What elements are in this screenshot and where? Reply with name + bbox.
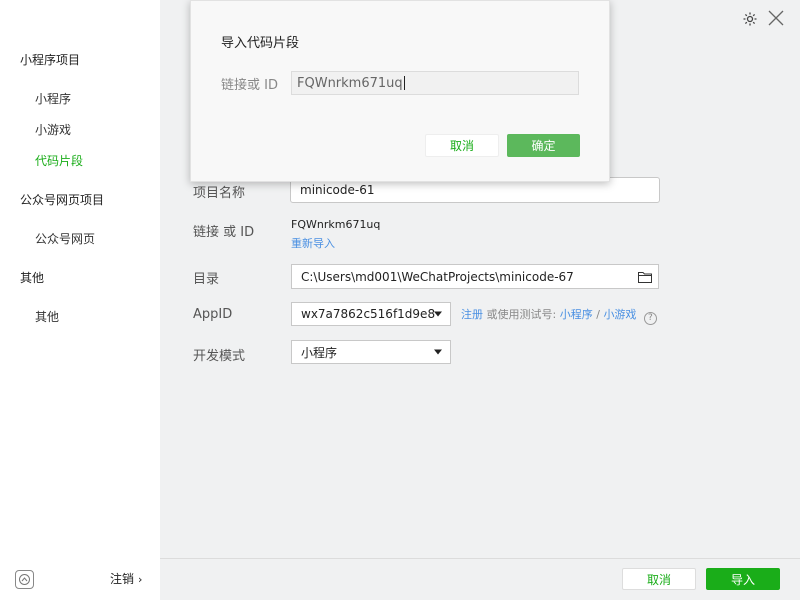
help-icon[interactable]: ? bbox=[643, 312, 657, 325]
sidebar: 小程序项目 小程序 小游戏 代码片段 公众号网页项目 公众号网页 其他 其他 注… bbox=[0, 0, 160, 600]
appid-value: wx7a7862c516f1d9e8 bbox=[301, 307, 436, 321]
dialog-cancel-button[interactable]: 取消 bbox=[425, 134, 499, 157]
directory-input[interactable]: C:\Users\md001\WeChatProjects\minicode-6… bbox=[291, 264, 659, 289]
sidebar-group-other: 其他 bbox=[20, 271, 45, 285]
dialog-link-input[interactable]: FQWnrkm671uq bbox=[291, 71, 579, 95]
dialog-title: 导入代码片段 bbox=[221, 36, 300, 51]
appid-select[interactable]: wx7a7862c516f1d9e8 bbox=[291, 302, 451, 326]
dropdown-caret-icon bbox=[434, 349, 442, 355]
link-id-label: 链接 或 ID bbox=[193, 225, 255, 240]
dropdown-caret-icon bbox=[434, 311, 442, 317]
text-cursor bbox=[403, 76, 405, 90]
test-account-text: 或使用测试号: bbox=[486, 308, 557, 321]
appid-label: AppID bbox=[193, 307, 233, 322]
sidebar-item-other[interactable]: 其他 bbox=[35, 308, 59, 325]
cancel-button[interactable]: 取消 bbox=[622, 568, 696, 590]
directory-label: 目录 bbox=[193, 272, 220, 287]
logout-button[interactable]: 注销 › bbox=[110, 570, 142, 587]
logout-label: 注销 bbox=[110, 572, 135, 586]
reimport-link[interactable]: 重新导入 bbox=[291, 235, 335, 251]
sidebar-item-miniprogram[interactable]: 小程序 bbox=[35, 90, 71, 107]
test-minigame-link[interactable]: 小游戏 bbox=[603, 308, 636, 321]
appid-helper: 注册 或使用测试号: 小程序 / 小游戏 ? bbox=[461, 306, 657, 325]
chevron-right-icon: › bbox=[138, 573, 143, 586]
link-id-value: FQWnrkm671uq bbox=[291, 218, 381, 231]
dev-mode-select[interactable]: 小程序 bbox=[291, 340, 451, 364]
project-name-label: 项目名称 bbox=[193, 186, 246, 201]
dev-mode-label: 开发模式 bbox=[193, 349, 246, 364]
gear-icon[interactable] bbox=[742, 11, 758, 27]
sidebar-item-minigame[interactable]: 小游戏 bbox=[35, 121, 71, 138]
import-button[interactable]: 导入 bbox=[706, 568, 780, 590]
dev-mode-value: 小程序 bbox=[301, 345, 338, 360]
sidebar-item-official-account-web[interactable]: 公众号网页 bbox=[35, 230, 95, 247]
sidebar-group-official-account: 公众号网页项目 bbox=[20, 193, 105, 207]
footer-bar bbox=[160, 558, 800, 600]
dialog-link-value: FQWnrkm671uq bbox=[297, 75, 403, 91]
register-link[interactable]: 注册 bbox=[461, 308, 483, 321]
avatar-icon[interactable] bbox=[15, 570, 34, 589]
slash-separator: / bbox=[596, 308, 600, 321]
test-miniprogram-link[interactable]: 小程序 bbox=[560, 308, 593, 321]
directory-value: C:\Users\md001\WeChatProjects\minicode-6… bbox=[301, 269, 574, 284]
dialog-link-label: 链接或 ID bbox=[221, 78, 278, 93]
close-icon[interactable] bbox=[767, 9, 785, 27]
dialog-ok-button[interactable]: 确定 bbox=[507, 134, 580, 157]
sidebar-group-miniprogram: 小程序项目 bbox=[20, 53, 81, 67]
sidebar-item-code-snippet[interactable]: 代码片段 bbox=[35, 152, 83, 169]
folder-icon[interactable] bbox=[638, 271, 652, 283]
import-snippet-dialog: 导入代码片段 链接或 ID FQWnrkm671uq 取消 确定 bbox=[190, 0, 610, 182]
